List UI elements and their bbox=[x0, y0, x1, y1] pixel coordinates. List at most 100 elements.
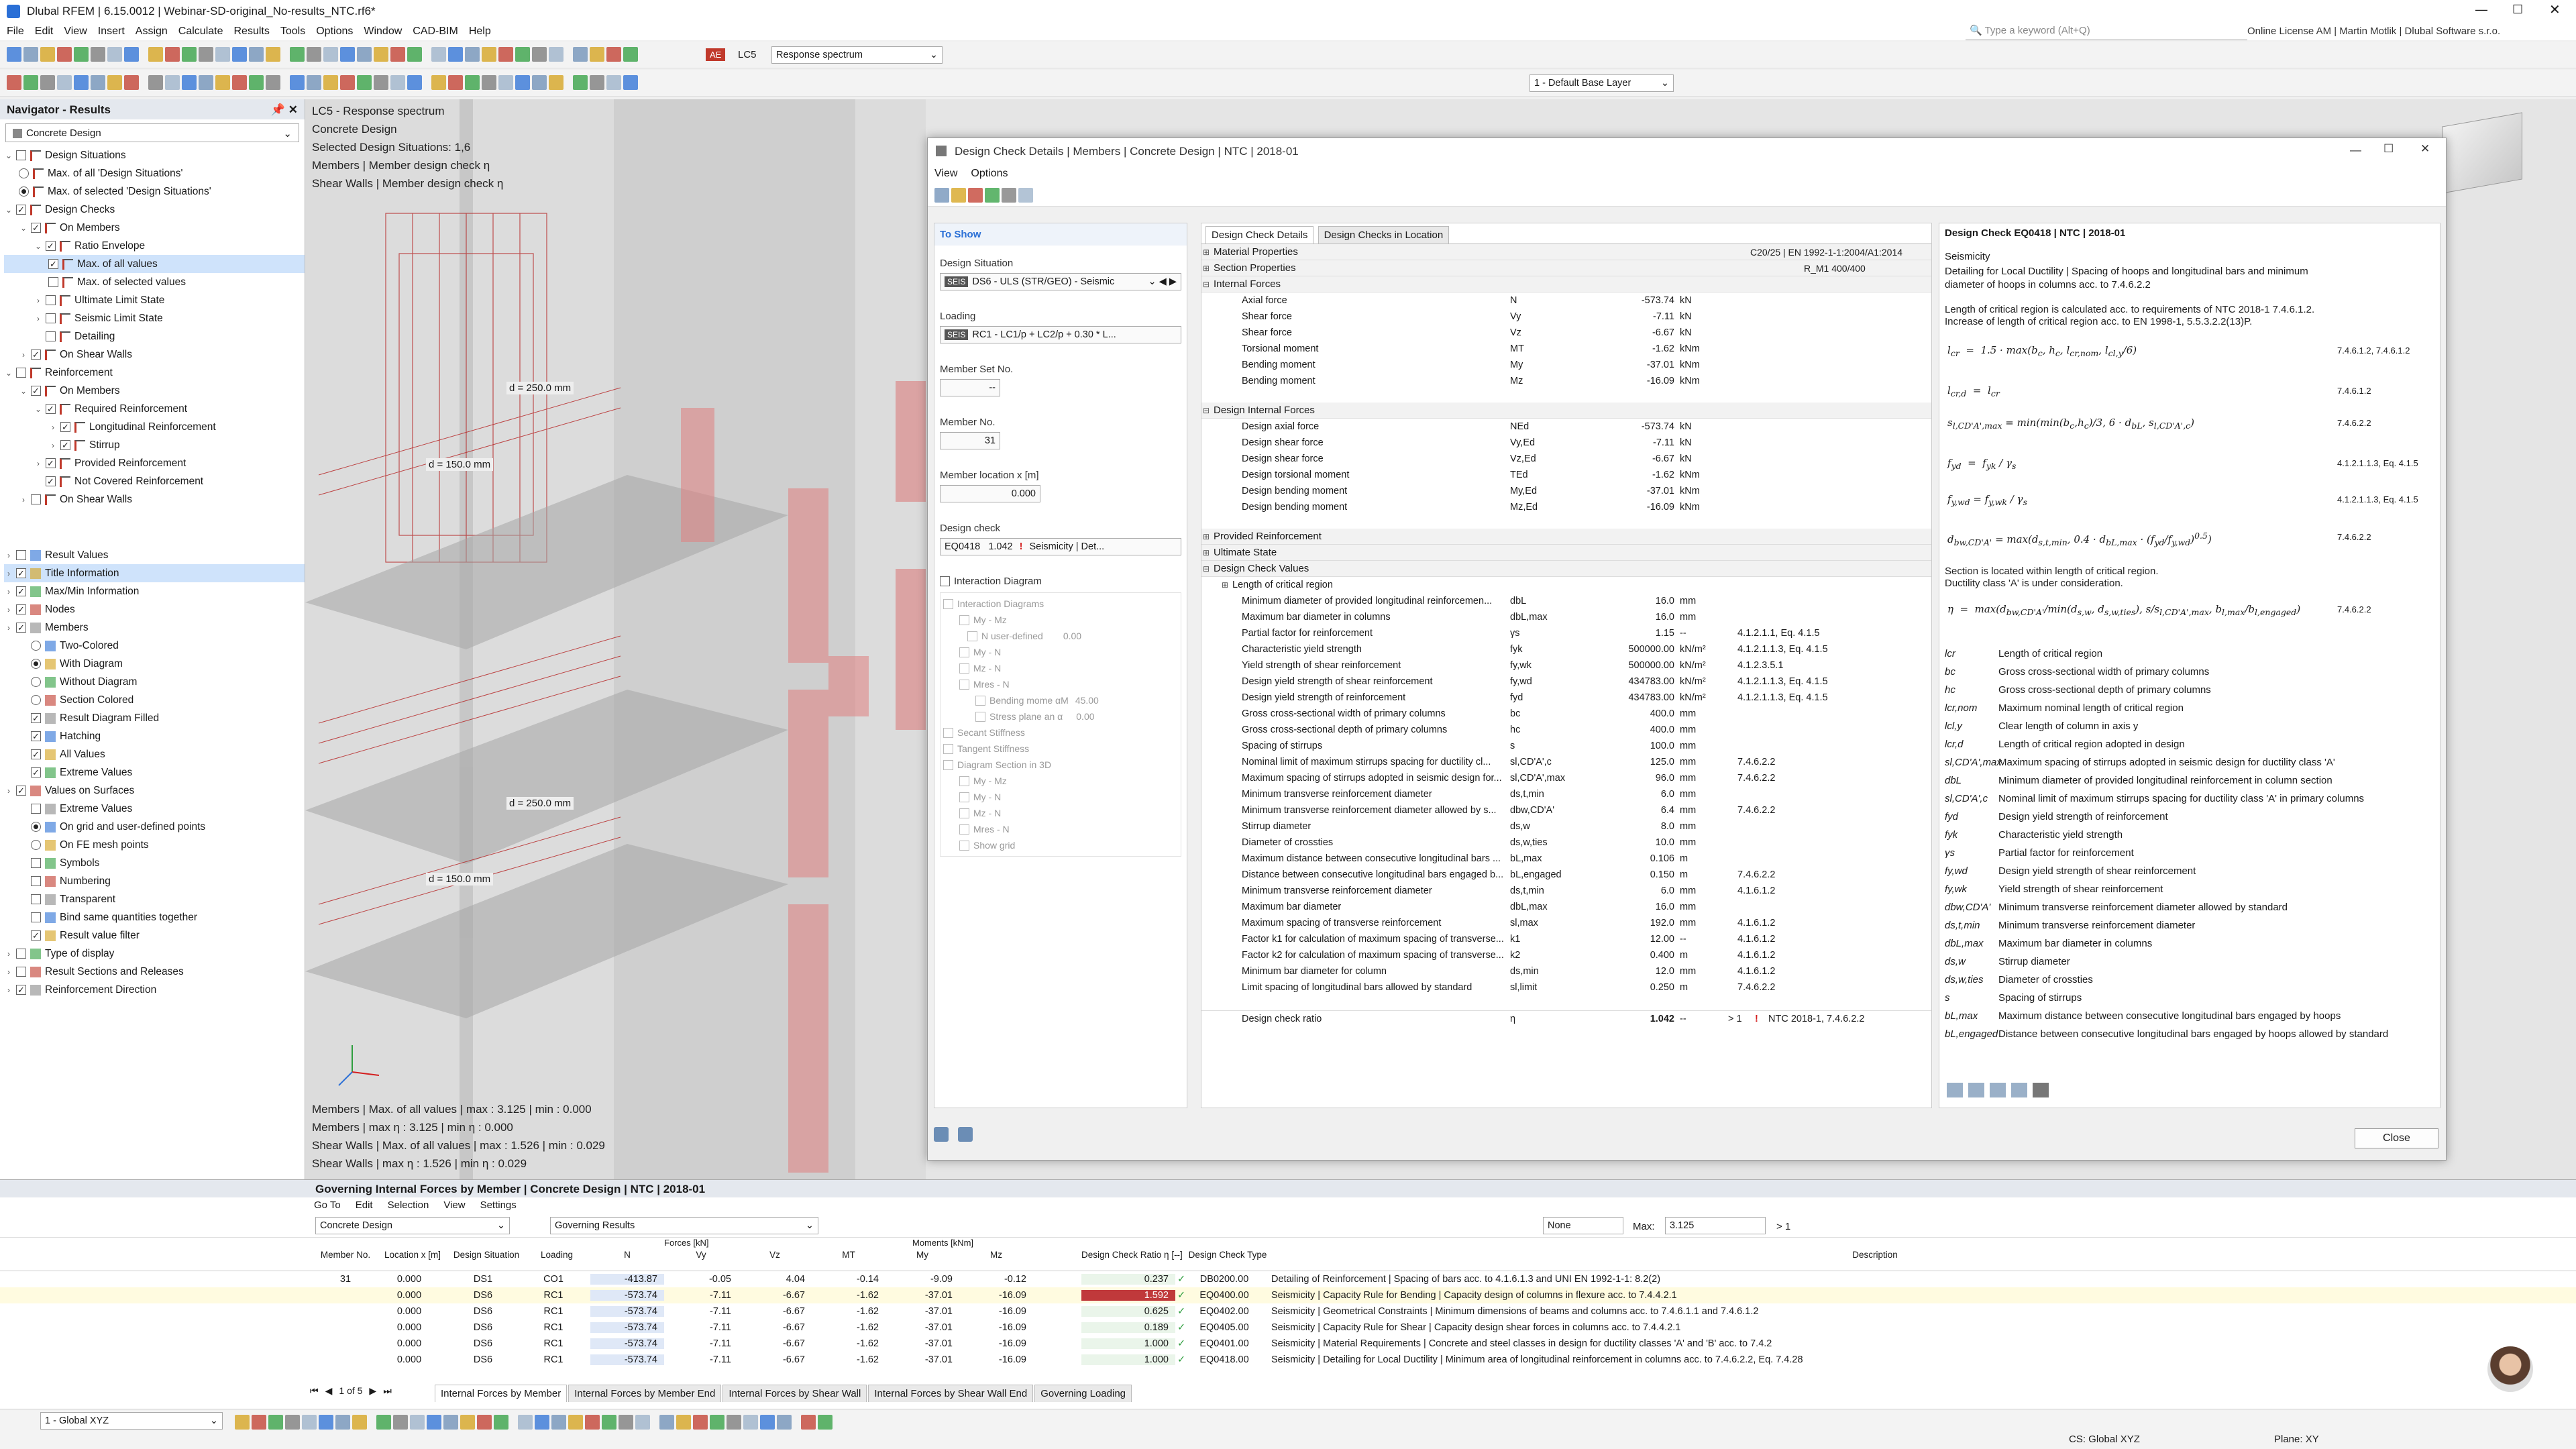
nav-display-item[interactable]: Result Diagram Filled bbox=[4, 709, 305, 727]
expand-icon[interactable]: ⊞ bbox=[1220, 580, 1230, 590]
expand-icon[interactable]: › bbox=[19, 350, 28, 360]
checkbox[interactable] bbox=[46, 404, 56, 414]
toolbar-button-icon[interactable] bbox=[74, 75, 89, 90]
toolbar-button-icon[interactable] bbox=[374, 47, 388, 62]
align-icon[interactable] bbox=[1990, 1083, 2006, 1097]
interaction-diagram-toggle[interactable]: Interaction Diagram bbox=[940, 576, 1181, 587]
view-cube-icon[interactable] bbox=[2442, 112, 2522, 194]
help-icon[interactable] bbox=[934, 1127, 949, 1142]
checkbox[interactable] bbox=[46, 313, 56, 323]
nav-display-item[interactable]: On FE mesh points bbox=[4, 836, 305, 854]
dialog-menu-view[interactable]: View bbox=[934, 168, 957, 180]
column-header[interactable]: Description bbox=[1271, 1250, 2479, 1260]
toolbar-button-icon[interactable] bbox=[431, 47, 446, 62]
menu-file[interactable]: File bbox=[7, 25, 24, 38]
toolbar-button-icon[interactable] bbox=[477, 1415, 492, 1430]
toolbar-button-icon[interactable] bbox=[573, 75, 588, 90]
checkbox[interactable] bbox=[46, 331, 56, 341]
toolbar-button-icon[interactable] bbox=[266, 47, 280, 62]
last-page-icon[interactable]: ⏭ bbox=[383, 1385, 392, 1397]
filter-combo[interactable]: None bbox=[1543, 1217, 1623, 1234]
expand-icon[interactable]: › bbox=[4, 949, 13, 959]
toolbar-button-icon[interactable] bbox=[282, 47, 288, 62]
design-internal-forces-row[interactable]: ⊟ Design Internal Forces bbox=[1201, 402, 1931, 419]
menu-edit[interactable]: Edit bbox=[356, 1199, 373, 1212]
checkbox[interactable] bbox=[16, 623, 26, 633]
menu-cad-bim[interactable]: CAD-BIM bbox=[413, 25, 458, 38]
checkbox[interactable] bbox=[31, 386, 41, 396]
nav-display-item[interactable]: ›Max/Min Information bbox=[4, 582, 305, 600]
radio-button[interactable] bbox=[31, 822, 41, 832]
radio-button[interactable] bbox=[19, 186, 29, 197]
expand-icon[interactable]: ⊞ bbox=[1201, 532, 1211, 541]
critical-region-row[interactable]: ⊞ Length of critical region bbox=[1201, 577, 1931, 593]
toolbar-button-icon[interactable] bbox=[307, 75, 321, 90]
search-input[interactable]: 🔍 Type a keyword (Alt+Q) bbox=[1966, 24, 2247, 40]
nav-display-item[interactable]: Extreme Values bbox=[4, 800, 305, 818]
checkbox[interactable] bbox=[31, 767, 41, 777]
toolbar-button-icon[interactable] bbox=[460, 1415, 475, 1430]
user-avatar[interactable] bbox=[2487, 1346, 2533, 1392]
nav-display-item[interactable]: Extreme Values bbox=[4, 763, 305, 782]
max-input[interactable]: 3.125 bbox=[1665, 1217, 1766, 1234]
section-properties-row[interactable]: ⊞ Section Properties R_M1 400/400 bbox=[1201, 260, 1931, 276]
load-case-combo[interactable]: Response spectrum ⌄ bbox=[771, 46, 943, 64]
checkbox[interactable] bbox=[46, 241, 56, 251]
toolbar-button-icon[interactable] bbox=[590, 47, 604, 62]
toolbar-button-icon[interactable] bbox=[7, 75, 21, 90]
toolbar-button-icon[interactable] bbox=[985, 188, 1000, 203]
checkbox[interactable] bbox=[31, 912, 41, 922]
toolbar-button-icon[interactable] bbox=[148, 47, 163, 62]
expand-icon[interactable]: › bbox=[4, 605, 13, 614]
menu-go-to[interactable]: Go To bbox=[314, 1199, 341, 1212]
navigator-combo[interactable]: Concrete Design ⌄ bbox=[5, 123, 299, 142]
toolbar-button-icon[interactable] bbox=[232, 47, 247, 62]
nav-display-item[interactable]: › Type of display bbox=[4, 945, 305, 963]
nav-tree-item[interactable]: ⌄On Members bbox=[4, 219, 305, 237]
nav-tree-item[interactable]: ⌄ Reinforcement bbox=[4, 364, 305, 382]
toolbar-button-icon[interactable] bbox=[590, 75, 604, 90]
toolbar-button-icon[interactable] bbox=[498, 75, 513, 90]
table-icon[interactable] bbox=[2011, 1083, 2027, 1097]
toolbar-button-icon[interactable] bbox=[390, 75, 405, 90]
collapse-icon[interactable]: ⌄ bbox=[34, 405, 43, 414]
nav-display-item[interactable]: Transparent bbox=[4, 890, 305, 908]
expand-icon[interactable]: › bbox=[48, 423, 58, 432]
export-icon[interactable] bbox=[1947, 1083, 1963, 1097]
toolbar-button-icon[interactable] bbox=[199, 75, 213, 90]
toolbar-button-icon[interactable] bbox=[760, 1415, 775, 1430]
tab-design-check-details[interactable]: Design Check Details bbox=[1205, 226, 1314, 244]
radio-button[interactable] bbox=[31, 840, 41, 850]
expand-icon[interactable]: › bbox=[4, 551, 13, 560]
toolbar-button-icon[interactable] bbox=[376, 1415, 391, 1430]
toolbar-button-icon[interactable] bbox=[340, 47, 355, 62]
toolbar-button-icon[interactable] bbox=[424, 47, 429, 62]
toolbar-button-icon[interactable] bbox=[319, 1415, 333, 1430]
toolbar-button-icon[interactable] bbox=[407, 75, 422, 90]
toolbar-button-icon[interactable] bbox=[268, 1415, 283, 1430]
expand-icon[interactable]: ⊞ bbox=[1201, 548, 1211, 557]
toolbar-button-icon[interactable] bbox=[448, 75, 463, 90]
toolbar-button-icon[interactable] bbox=[777, 1415, 792, 1430]
base-layer-combo[interactable]: 1 - Default Base Layer ⌄ bbox=[1529, 74, 1674, 92]
toolbar-button-icon[interactable] bbox=[232, 75, 247, 90]
result-type-combo[interactable]: Governing Results ⌄ bbox=[550, 1217, 818, 1234]
checkbox[interactable] bbox=[16, 150, 26, 160]
table-row[interactable]: 31 0.000 DS1 CO1 -413.87 -0.05 4.04 -0.14 -9.09-… bbox=[0, 1271, 2576, 1287]
nav-display-item[interactable]: Result value filter bbox=[4, 926, 305, 945]
column-header[interactable]: Loading bbox=[523, 1250, 590, 1260]
column-header[interactable]: Mz bbox=[959, 1250, 1033, 1260]
toolbar-button-icon[interactable] bbox=[535, 1415, 549, 1430]
toolbar-button-icon[interactable] bbox=[532, 75, 547, 90]
expand-icon[interactable]: ⊞ bbox=[1201, 264, 1211, 273]
menu-assign[interactable]: Assign bbox=[136, 25, 168, 38]
toolbar-button-icon[interactable] bbox=[573, 47, 588, 62]
toolbar-button-icon[interactable] bbox=[290, 75, 305, 90]
expand-icon[interactable]: › bbox=[34, 314, 43, 323]
collapse-icon[interactable]: ⊟ bbox=[1201, 406, 1211, 415]
toolbar-button-icon[interactable] bbox=[74, 47, 89, 62]
column-header[interactable]: Design Check Type bbox=[1184, 1250, 1271, 1260]
checkbox[interactable] bbox=[16, 949, 26, 959]
toolbar-button-icon[interactable] bbox=[252, 1415, 266, 1430]
radio-button[interactable] bbox=[31, 659, 41, 669]
